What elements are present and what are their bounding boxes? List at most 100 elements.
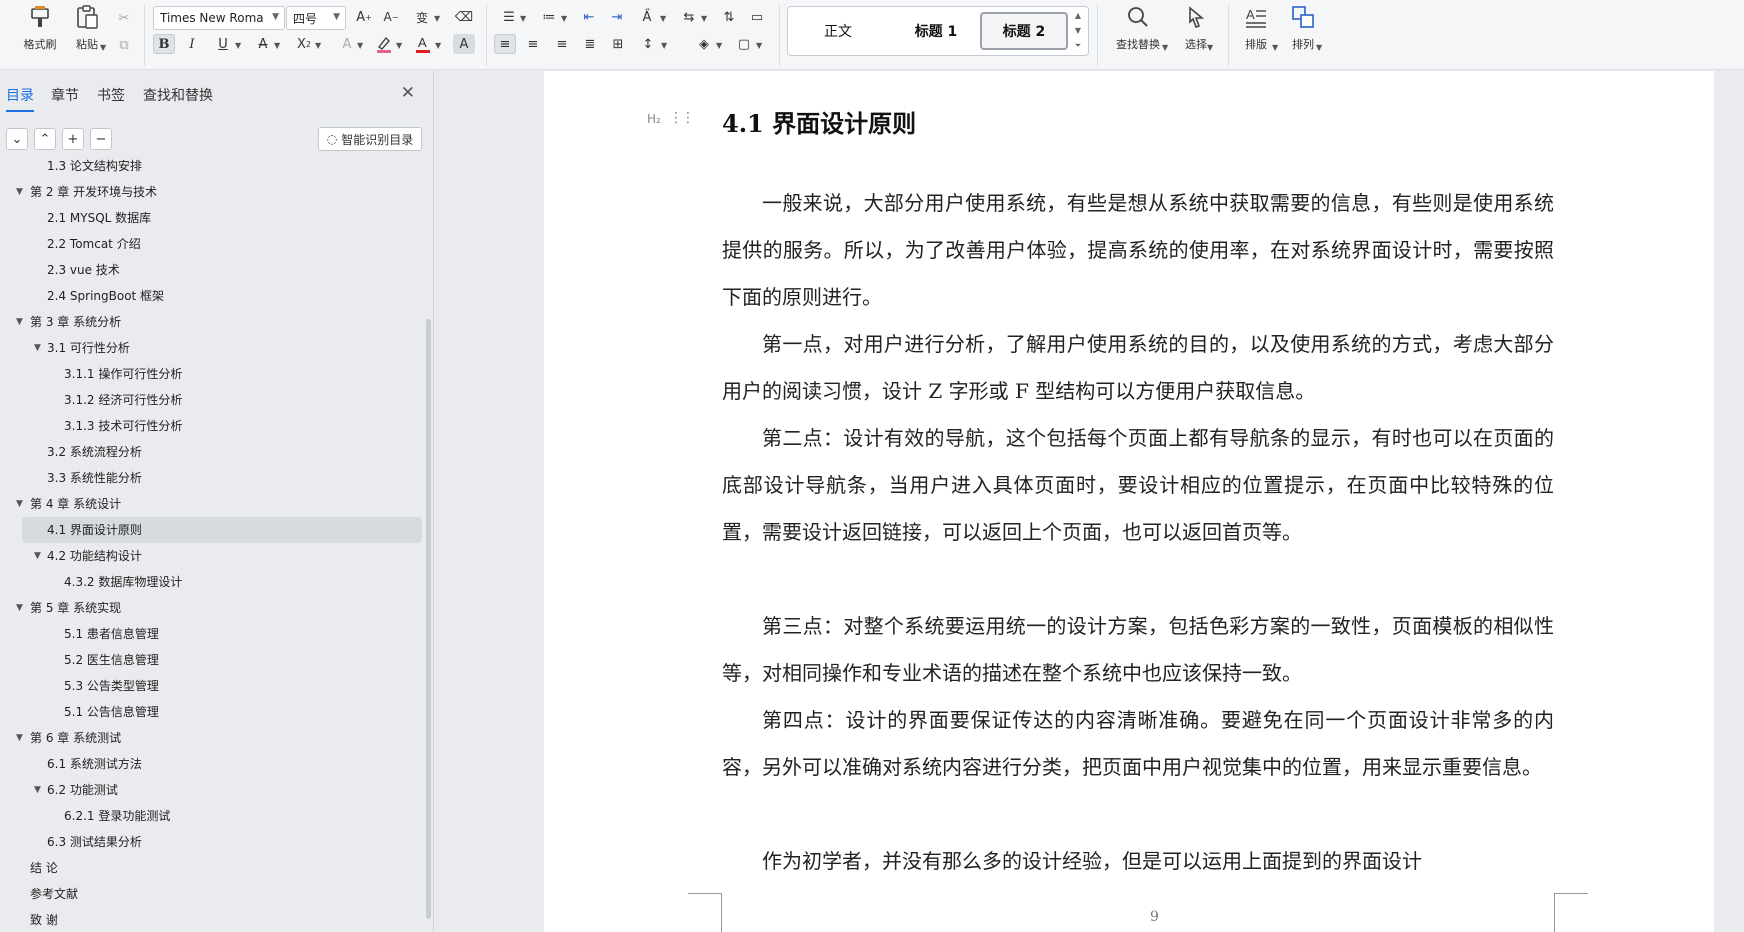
chevron-down-icon[interactable]: ▼ [315, 41, 321, 50]
clear-format-icon[interactable]: ⌫ [453, 7, 475, 27]
toc-item[interactable]: 3.2 系统流程分析 [0, 439, 428, 465]
chevron-down-icon[interactable]: ▼ [1162, 43, 1168, 52]
expand-toggle-icon[interactable]: ▼ [16, 179, 23, 205]
smart-toc-button[interactable]: ◌ 智能识别目录 [318, 127, 422, 151]
font-family-select[interactable]: Times New Roma ▼ [153, 6, 285, 30]
tab-chapters[interactable]: 章节 [51, 85, 79, 105]
shading-icon[interactable]: ◈ [693, 34, 715, 54]
collapse-up-button[interactable]: ⌃ [34, 128, 56, 150]
toc-item[interactable]: 2.4 SpringBoot 框架 [0, 283, 428, 309]
chevron-down-icon[interactable]: ▼ [1272, 43, 1278, 52]
toc-item[interactable]: 5.3 公告类型管理 [0, 673, 428, 699]
numbered-list-icon[interactable]: ≔ [538, 7, 560, 27]
toc-item[interactable]: 2.2 Tomcat 介绍 [0, 231, 428, 257]
toc-item[interactable]: 3.1.2 经济可行性分析 [0, 387, 428, 413]
tab-toc[interactable]: 目录 [6, 85, 34, 112]
text-direction-icon[interactable]: ⇆ [678, 7, 700, 27]
toc-item[interactable]: 结 论 [0, 855, 428, 881]
bold-button[interactable]: B [153, 34, 175, 54]
strikethrough-button[interactable]: A [252, 34, 274, 54]
close-icon[interactable]: ✕ [401, 83, 415, 103]
chevron-down-icon[interactable]: ▼ [1207, 43, 1213, 52]
chevron-down-icon[interactable]: ▼ [660, 14, 666, 23]
toc-item[interactable]: 参考文献 [0, 881, 428, 907]
decrease-indent-icon[interactable]: ⇤ [578, 7, 600, 27]
toc-item[interactable]: 6.1 系统测试方法 [0, 751, 428, 777]
style-normal[interactable]: 正文 [804, 12, 872, 50]
format-painter-button[interactable]: 格式刷 [17, 4, 63, 56]
chevron-down-icon[interactable]: ▼ [357, 41, 363, 50]
expand-icon[interactable]: ⏷ [1075, 41, 1081, 51]
toc-item[interactable]: 6.2.1 登录功能测试 [0, 803, 428, 829]
chevron-down-icon[interactable]: ▼ [396, 41, 402, 50]
toc-item[interactable]: 3.1.1 操作可行性分析 [0, 361, 428, 387]
chevron-up-icon[interactable]: ▲ [1075, 11, 1081, 20]
grow-font-icon[interactable]: A + [353, 7, 375, 27]
shrink-font-icon[interactable]: A − [380, 7, 402, 27]
expand-toggle-icon[interactable]: ▼ [16, 309, 23, 335]
expand-toggle-icon[interactable]: ▼ [34, 543, 41, 569]
toc-item[interactable]: 4.3.2 数据库物理设计 [0, 569, 428, 595]
borders-icon[interactable]: ▢ [733, 34, 755, 54]
chevron-down-icon[interactable]: ▼ [716, 41, 722, 50]
sort-icon[interactable]: ⇅ [718, 7, 740, 27]
chevron-down-icon[interactable]: ▼ [1316, 43, 1322, 52]
expand-down-button[interactable]: ⌄ [6, 128, 28, 150]
chevron-down-icon[interactable]: ▼ [434, 14, 440, 23]
toc-item[interactable]: 6.3 测试结果分析 [0, 829, 428, 855]
paste-dropdown-icon[interactable]: ▼ [100, 43, 106, 52]
toc-item[interactable]: ▼ 3.1 可行性分析 [0, 335, 428, 361]
remove-level-button[interactable]: − [90, 128, 112, 150]
toc-item[interactable]: 5.1 公告信息管理 [0, 699, 428, 725]
toc-item[interactable]: ▼ 第 5 章 系统实现 [0, 595, 428, 621]
chevron-down-icon[interactable]: ▼ [561, 14, 567, 23]
toc-item[interactable]: 3.1.3 技术可行性分析 [0, 413, 428, 439]
chevron-down-icon[interactable]: ▼ [435, 41, 441, 50]
font-color-icon[interactable]: A [412, 34, 434, 54]
toc-item[interactable]: 致 谢 [0, 907, 428, 932]
increase-indent-icon[interactable]: ⇥ [606, 7, 628, 27]
toc-item[interactable]: 5.2 医生信息管理 [0, 647, 428, 673]
superscript-button[interactable]: X2 [293, 34, 315, 54]
align-center-button[interactable]: ≡ [522, 34, 544, 54]
toc-item[interactable]: 3.3 系统性能分析 [0, 465, 428, 491]
chevron-down-icon[interactable]: ▼ [701, 14, 707, 23]
distribute-button[interactable]: ⊞ [607, 34, 629, 54]
styles-scroll[interactable]: ▲ ▼ ⏷ [1072, 11, 1084, 51]
justify-button[interactable]: ≣ [579, 34, 601, 54]
expand-toggle-icon[interactable]: ▼ [34, 335, 41, 361]
text-effect-icon[interactable]: A [336, 34, 358, 54]
expand-toggle-icon[interactable]: ▼ [34, 777, 41, 803]
find-replace-button[interactable]: 查找替换 [1108, 4, 1168, 56]
toc-item[interactable]: ▼ 第 4 章 系统设计 [0, 491, 428, 517]
toc-item[interactable]: 4.1 界面设计原则 [22, 517, 422, 543]
line-spacing-icon[interactable]: ↕ [637, 34, 659, 54]
style-heading-1[interactable]: 标题 1 [888, 12, 984, 50]
toc-item[interactable]: ▼ 第 3 章 系统分析 [0, 309, 428, 335]
cut-icon[interactable]: ✂ [113, 8, 135, 28]
chevron-down-icon[interactable]: ▼ [1075, 26, 1081, 35]
expand-toggle-icon[interactable]: ▼ [16, 725, 23, 751]
chevron-down-icon[interactable]: ▼ [274, 41, 280, 50]
toc-item[interactable]: 1.3 论文结构安排 [0, 159, 428, 179]
chevron-down-icon[interactable]: ▼ [756, 41, 762, 50]
toc-item[interactable]: 2.3 vue 技术 [0, 257, 428, 283]
style-heading-2[interactable]: 标题 2 [980, 12, 1068, 50]
expand-toggle-icon[interactable]: ▼ [16, 491, 23, 517]
chevron-down-icon[interactable]: ▼ [661, 41, 667, 50]
toc-item[interactable]: ▼ 4.2 功能结构设计 [0, 543, 428, 569]
chinese-layout-icon[interactable]: A̋ [636, 7, 658, 27]
typeset-button[interactable]: A 排版 [1236, 4, 1276, 56]
char-shading-icon[interactable]: A [453, 34, 475, 54]
underline-button[interactable]: U [212, 34, 234, 54]
drag-handle-icon[interactable]: ⋮⋮ [669, 110, 695, 126]
italic-button[interactable]: I [181, 34, 203, 54]
toc-item[interactable]: 2.1 MYSQL 数据库 [0, 205, 428, 231]
align-left-button[interactable]: ≡ [494, 34, 516, 54]
tab-find-replace[interactable]: 查找和替换 [143, 85, 213, 105]
chevron-down-icon[interactable]: ▼ [235, 41, 241, 50]
toc-item[interactable]: ▼ 第 6 章 系统测试 [0, 725, 428, 751]
copy-icon[interactable]: ⧉ [113, 35, 135, 55]
tab-bookmarks[interactable]: 书签 [97, 85, 125, 105]
font-size-select[interactable]: 四号 ▼ [286, 6, 346, 30]
